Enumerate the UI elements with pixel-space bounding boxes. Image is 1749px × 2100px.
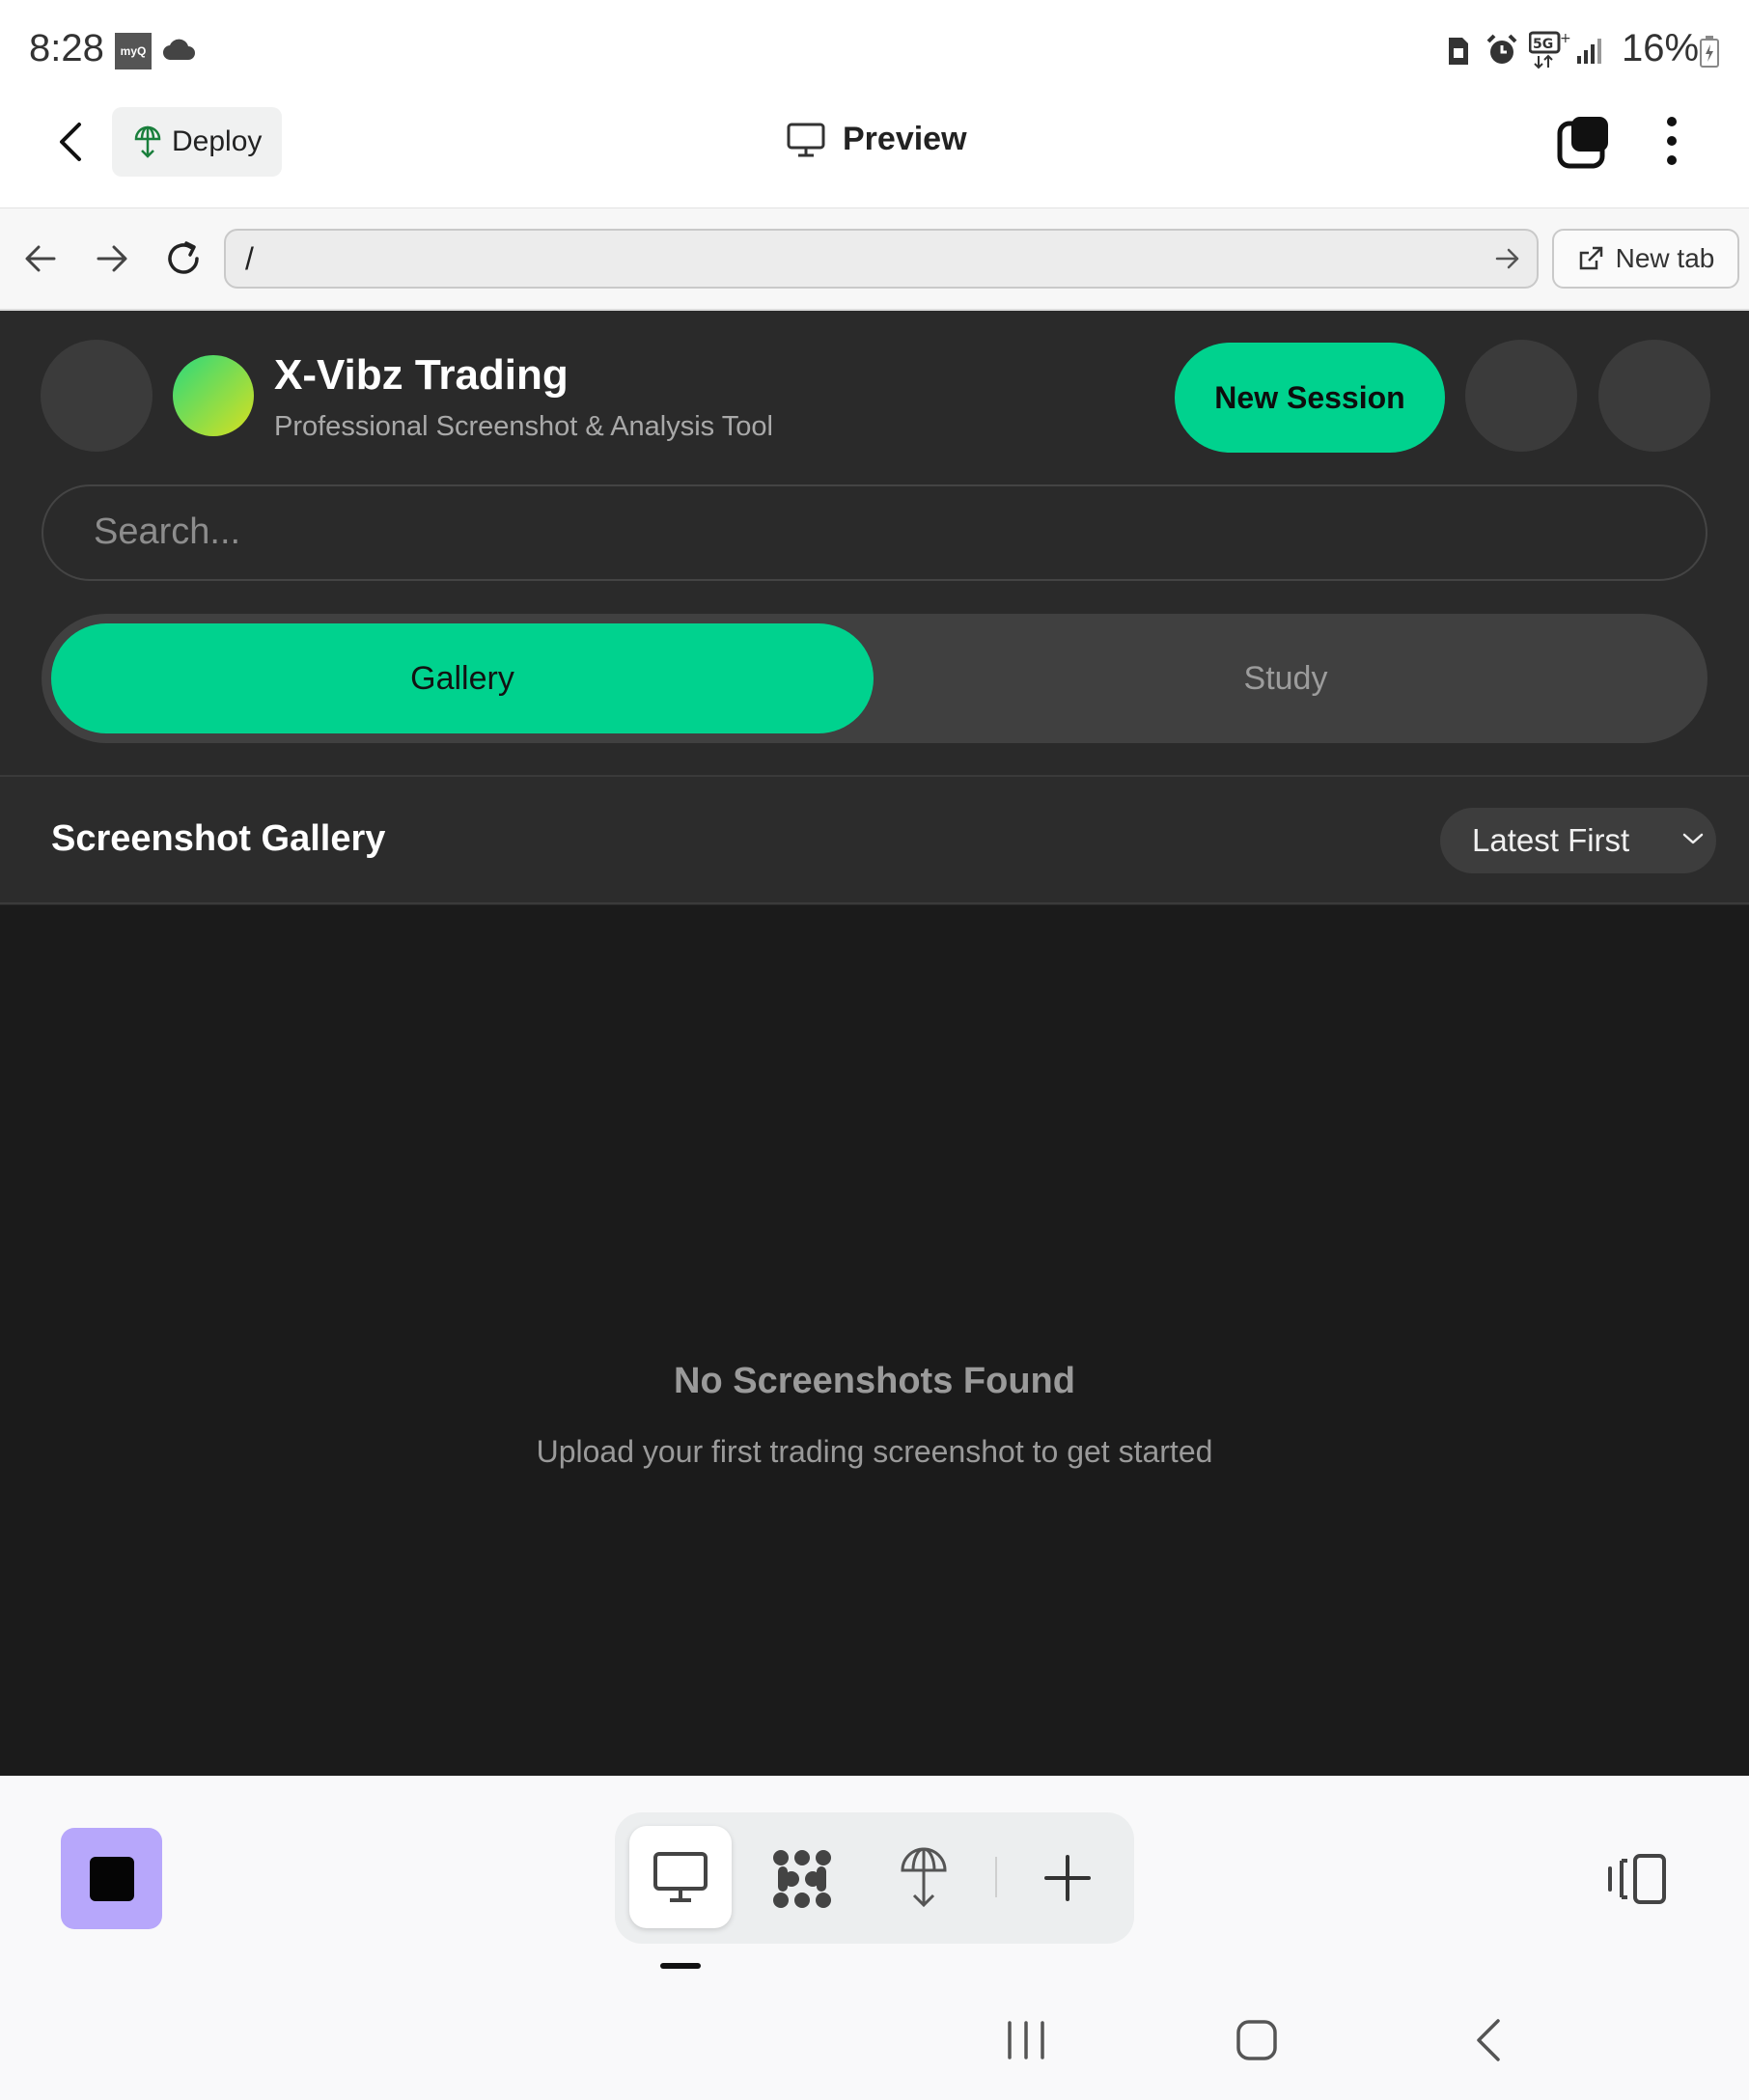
menu-circle-button[interactable] — [41, 340, 153, 452]
split-view-icon[interactable] — [1606, 1853, 1670, 1905]
status-time: 8:28 — [29, 27, 104, 69]
add-tool-icon[interactable] — [1044, 1855, 1091, 1901]
battery-percent: 16% — [1622, 27, 1700, 69]
back-button[interactable] — [54, 121, 89, 163]
browser-forward-icon[interactable] — [95, 243, 129, 274]
home-icon[interactable] — [1235, 2019, 1278, 2061]
new-session-button[interactable]: New Session — [1175, 343, 1445, 453]
empty-state-title: No Screenshots Found — [674, 1361, 1075, 1401]
deploy-label: Deploy — [172, 125, 263, 157]
tab-gallery[interactable]: Gallery — [51, 623, 874, 733]
new-tab-label: New tab — [1615, 243, 1715, 273]
external-link-icon — [1577, 245, 1604, 272]
search-input[interactable] — [42, 484, 1707, 581]
deploy-button[interactable]: Deploy — [112, 107, 282, 177]
preview-label: Preview — [843, 121, 967, 157]
svg-text:+: + — [1560, 31, 1571, 46]
search-placeholder: Search... — [94, 511, 241, 552]
chevron-down-icon — [1681, 830, 1705, 847]
preview-tool-icon[interactable] — [652, 1851, 708, 1903]
more-options-icon[interactable] — [1664, 116, 1680, 166]
empty-state-subtitle: Upload your first trading screenshot to … — [536, 1434, 1213, 1469]
monitor-icon — [787, 123, 825, 157]
app-subtitle: Professional Screenshot & Analysis Tool — [274, 411, 773, 442]
myq-icon: myQ — [115, 33, 152, 69]
tabs-switcher-icon[interactable] — [1556, 114, 1612, 170]
battery-icon — [1699, 35, 1720, 68]
browser-back-icon[interactable] — [23, 243, 58, 274]
sort-value: Latest First — [1472, 822, 1630, 858]
go-arrow-icon[interactable] — [1494, 245, 1521, 272]
stop-button[interactable] — [61, 1828, 162, 1929]
active-tool-indicator — [660, 1963, 701, 1969]
deploy-icon — [133, 125, 162, 158]
tab-study[interactable]: Study — [874, 623, 1698, 733]
signal-icon — [1575, 35, 1608, 66]
cloud-icon — [162, 37, 195, 62]
action-circle-button-2[interactable] — [1598, 340, 1710, 452]
preview-tab[interactable]: Preview — [787, 121, 967, 158]
action-circle-button-1[interactable] — [1465, 340, 1577, 452]
sort-select[interactable]: Latest First — [1440, 808, 1716, 873]
new-tab-button[interactable]: New tab — [1552, 229, 1739, 289]
alarm-icon — [1485, 33, 1519, 68]
deploy-tool-icon[interactable] — [900, 1847, 948, 1909]
url-input[interactable] — [224, 229, 1539, 289]
system-back-icon[interactable] — [1473, 2017, 1504, 2063]
gallery-area — [0, 905, 1749, 1776]
svg-text:5G: 5G — [1533, 37, 1553, 52]
tool-divider — [995, 1857, 997, 1897]
app-logo — [173, 355, 254, 436]
stop-icon — [89, 1856, 134, 1901]
app-title: X-Vibz Trading — [274, 351, 569, 399]
section-title: Screenshot Gallery — [51, 818, 386, 859]
5g-icon: 5G + — [1529, 31, 1571, 69]
sim-icon — [1446, 35, 1471, 68]
recent-apps-icon[interactable] — [1004, 2021, 1048, 2059]
url-text: / — [245, 241, 254, 276]
reload-icon[interactable] — [164, 239, 203, 278]
workspace-tool-icon[interactable] — [770, 1847, 834, 1911]
